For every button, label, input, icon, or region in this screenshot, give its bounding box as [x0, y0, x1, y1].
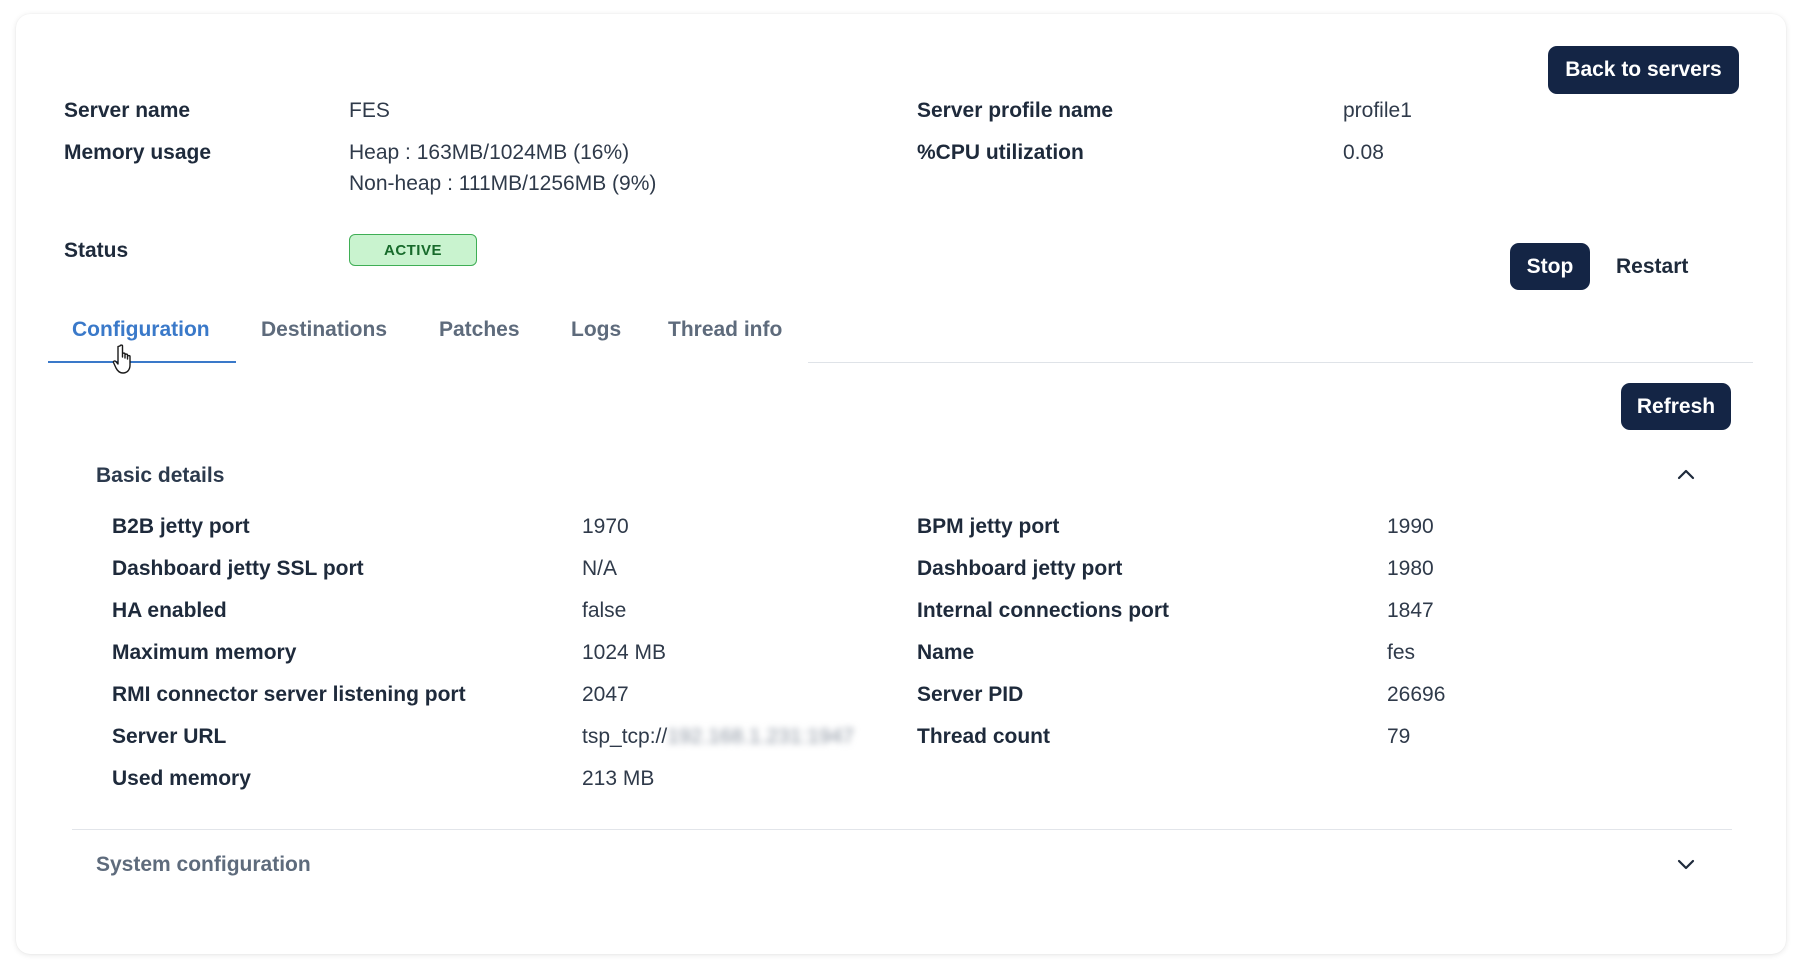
name-value: fes — [1387, 641, 1416, 664]
dashboard-jetty-port-label: Dashboard jetty port — [917, 557, 1123, 580]
cpu-utilization-value: 0.08 — [1343, 141, 1384, 164]
hand-pointer-cursor-icon — [112, 344, 131, 374]
tab-thread-info[interactable]: Thread info — [668, 318, 782, 342]
used-memory-label: Used memory — [112, 767, 251, 790]
b2b-jetty-port-label: B2B jetty port — [112, 515, 250, 538]
active-tab-indicator — [48, 361, 236, 363]
server-name-label: Server name — [64, 99, 191, 122]
tab-patches[interactable]: Patches — [439, 318, 520, 342]
system-configuration-title[interactable]: System configuration — [96, 853, 311, 877]
cpu-utilization-label: %CPU utilization — [917, 141, 1084, 164]
dashboard-jetty-ssl-port-value: N/A — [582, 557, 618, 580]
maximum-memory-label: Maximum memory — [112, 641, 297, 664]
thread-count-label: Thread count — [917, 725, 1051, 748]
b2b-jetty-port-value: 1970 — [582, 515, 629, 538]
server-details-card — [16, 14, 1786, 954]
server-url-label: Server URL — [112, 725, 227, 748]
ha-enabled-value: false — [582, 599, 627, 622]
chevron-down-icon[interactable] — [1674, 852, 1698, 876]
section-divider — [72, 829, 1732, 830]
rmi-connector-port-label: RMI connector server listening port — [112, 683, 466, 706]
basic-details-title[interactable]: Basic details — [96, 464, 224, 488]
dashboard-jetty-ssl-port-label: Dashboard jetty SSL port — [112, 557, 364, 580]
memory-usage-label: Memory usage — [64, 141, 212, 164]
server-profile-name-label: Server profile name — [917, 99, 1114, 122]
tab-configuration[interactable]: Configuration — [72, 318, 210, 342]
used-memory-value: 213 MB — [582, 767, 655, 790]
thread-count-value: 79 — [1387, 725, 1411, 748]
tab-logs[interactable]: Logs — [571, 318, 621, 342]
maximum-memory-value: 1024 MB — [582, 641, 667, 664]
refresh-button[interactable]: Refresh — [1621, 383, 1731, 430]
server-url-value: tsp_tcp://192.168.1.231:1947 — [582, 725, 854, 749]
memory-heap-value: Heap : 163MB/1024MB (16%) — [349, 141, 630, 164]
status-label: Status — [64, 239, 129, 262]
server-name-value: FES — [349, 99, 390, 122]
stop-button[interactable]: Stop — [1510, 243, 1590, 290]
back-to-servers-button[interactable]: Back to servers — [1548, 46, 1739, 94]
name-label: Name — [917, 641, 975, 664]
chevron-up-icon[interactable] — [1674, 463, 1698, 487]
restart-button[interactable]: Restart — [1616, 255, 1688, 279]
tab-destinations[interactable]: Destinations — [261, 318, 387, 342]
bpm-jetty-port-label: BPM jetty port — [917, 515, 1060, 538]
dashboard-jetty-port-value: 1980 — [1387, 557, 1434, 580]
server-pid-value: 26696 — [1387, 683, 1446, 706]
internal-connections-port-value: 1847 — [1387, 599, 1434, 622]
server-url-prefix: tsp_tcp:// — [582, 725, 668, 748]
ha-enabled-label: HA enabled — [112, 599, 227, 622]
server-pid-label: Server PID — [917, 683, 1024, 706]
internal-connections-port-label: Internal connections port — [917, 599, 1170, 622]
status-badge: ACTIVE — [349, 234, 477, 266]
server-url-redacted: 192.168.1.231:1947 — [667, 725, 855, 748]
bpm-jetty-port-value: 1990 — [1387, 515, 1434, 538]
memory-nonheap-value: Non-heap : 111MB/1256MB (9%) — [349, 172, 657, 195]
rmi-connector-port-value: 2047 — [582, 683, 629, 706]
tabs-divider — [808, 362, 1753, 363]
server-profile-name-value: profile1 — [1343, 99, 1412, 122]
